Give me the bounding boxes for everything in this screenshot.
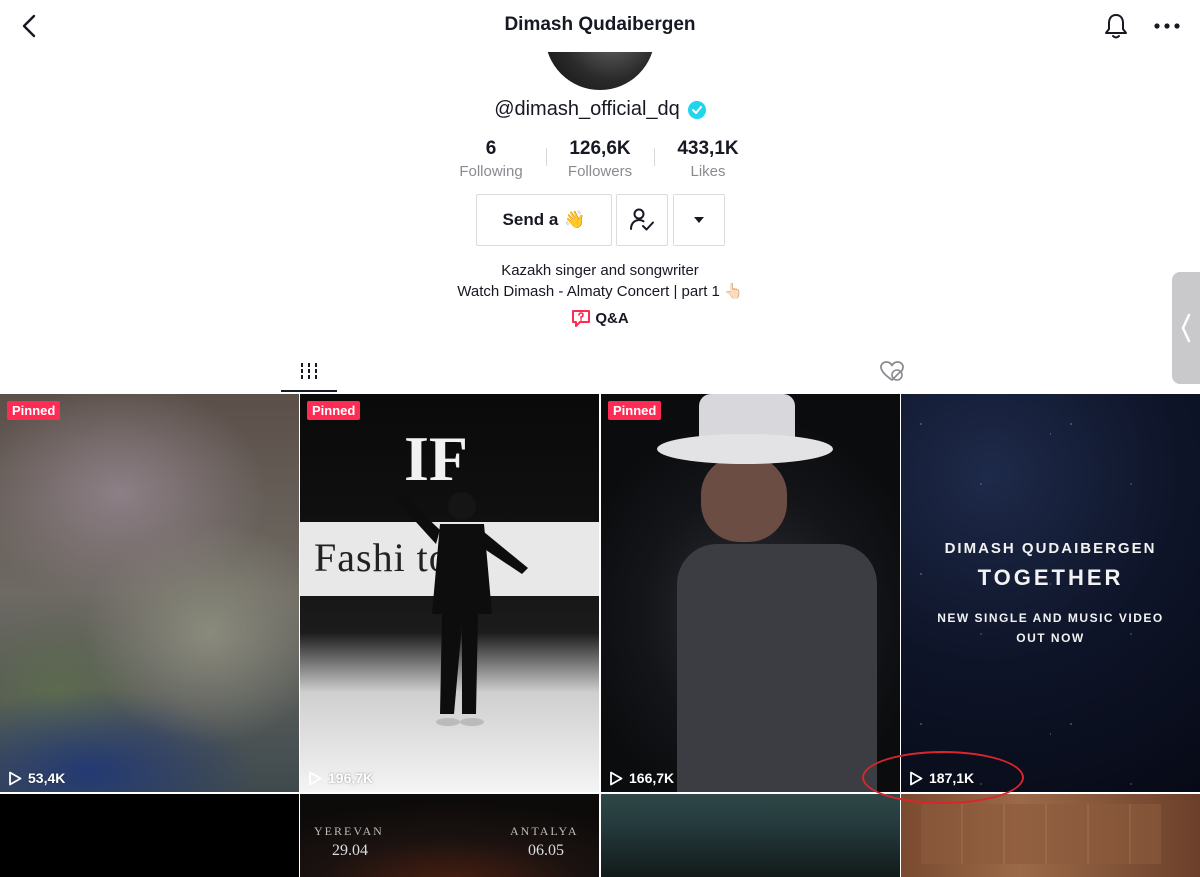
wave-emoji-icon: 👋 <box>564 210 586 229</box>
stat-label: Likes <box>690 163 726 180</box>
verified-badge-icon <box>687 100 706 119</box>
tour-city: YEREVAN <box>314 824 384 838</box>
pinned-badge: Pinned <box>7 401 61 420</box>
promo-sub: OUT NOW <box>1016 631 1085 645</box>
tour-date: 06.05 <box>528 842 564 859</box>
following-status-button[interactable] <box>616 194 668 246</box>
view-count-text: 187,1K <box>929 770 975 786</box>
top-bar: Dimash Qudaibergen <box>0 0 1200 52</box>
send-label: Send a <box>502 210 559 229</box>
tab-videos[interactable] <box>281 350 337 392</box>
stat-followers[interactable]: 126,6K Followers <box>546 138 654 182</box>
view-count: 166,7K <box>609 770 674 786</box>
video-thumbnail[interactable] <box>0 794 299 877</box>
video-thumbnail[interactable]: YEREVAN 29.04 ANTALYA 06.05 <box>300 794 599 877</box>
more-actions-dropdown[interactable] <box>673 194 725 246</box>
view-count: 196,7K <box>308 770 373 786</box>
video-thumbnail[interactable] <box>601 794 900 877</box>
tour-city: ANTALYA <box>510 824 579 838</box>
qa-link[interactable]: Q&A <box>0 309 1200 328</box>
promo-song: TOGETHER <box>977 565 1124 590</box>
video-thumbnail[interactable]: Pinned 53,4K <box>0 394 299 792</box>
hat-brim <box>657 434 833 464</box>
video-thumbnail[interactable]: DIMASH QUDAIBERGEN TOGETHER NEW SINGLE A… <box>901 394 1200 792</box>
liked-hidden-icon <box>880 361 904 381</box>
caret-down-icon <box>694 217 704 223</box>
play-icon <box>309 771 322 785</box>
more-horizontal-icon <box>1154 23 1180 29</box>
wood-panel <box>921 804 1161 864</box>
handle-row: @dimash_official_dq <box>0 98 1200 121</box>
promo-sub: NEW SINGLE AND MUSIC VIDEO <box>937 611 1164 625</box>
performer-figure <box>396 492 528 726</box>
video-thumbnail[interactable]: IF Fashi tor Pinned 196,7K <box>300 394 599 792</box>
play-icon <box>910 771 923 785</box>
bell-icon <box>1105 14 1127 39</box>
pinned-badge: Pinned <box>307 401 361 420</box>
bio-line[interactable]: Watch Dimash - Almaty Concert | part 1 👆… <box>0 281 1200 302</box>
performer-coat <box>677 544 877 792</box>
active-tab-indicator <box>281 390 337 392</box>
view-count: 53,4K <box>8 770 65 786</box>
profile-stats: 6 Following 126,6K Followers 433,1K Like… <box>437 138 763 184</box>
question-bubble-icon <box>572 310 591 327</box>
stat-label: Following <box>459 163 523 180</box>
view-count-text: 166,7K <box>629 770 675 786</box>
qa-label: Q&A <box>595 310 629 327</box>
video-thumbnail[interactable]: Pinned 166,7K <box>601 394 900 792</box>
pinned-badge: Pinned <box>608 401 662 420</box>
bio: Kazakh singer and songwriter Watch Dimas… <box>0 260 1200 302</box>
promo-artist: DIMASH QUDAIBERGEN <box>944 540 1157 557</box>
send-wave-button[interactable]: Send a 👋 <box>476 194 612 246</box>
user-check-icon <box>630 208 654 231</box>
play-icon <box>610 771 623 785</box>
performer-face <box>701 456 787 542</box>
username: @dimash_official_dq <box>494 98 680 120</box>
video-thumbnail[interactable] <box>901 794 1200 877</box>
tab-liked[interactable] <box>864 350 920 392</box>
view-count-text: 53,4K <box>28 770 66 786</box>
stat-label: Followers <box>567 163 633 180</box>
promo-text: DIMASH QUDAIBERGEN TOGETHER NEW SINGLE A… <box>901 540 1200 645</box>
stat-value: 126,6K <box>569 138 631 159</box>
bio-line: Kazakh singer and songwriter <box>501 262 699 279</box>
stat-likes: 433,1K Likes <box>654 138 762 182</box>
stat-value: 433,1K <box>677 138 739 159</box>
view-count-text: 196,7K <box>328 770 374 786</box>
view-count: 187,1K <box>909 770 974 786</box>
more-options-button[interactable] <box>1152 12 1182 40</box>
chevron-left-icon <box>1181 313 1191 343</box>
video-grid: Pinned 53,4K IF Fashi tor Pinned 196,7K … <box>0 394 1200 877</box>
stat-value: 6 <box>485 138 497 159</box>
grid-lines-icon <box>301 363 317 379</box>
tour-date: 29.04 <box>332 842 368 859</box>
notifications-button[interactable] <box>1100 9 1132 43</box>
page-title: Dimash Qudaibergen <box>504 14 696 35</box>
play-icon <box>9 771 22 785</box>
stat-following[interactable]: 6 Following <box>437 138 545 182</box>
profile-tabs <box>0 350 1200 394</box>
